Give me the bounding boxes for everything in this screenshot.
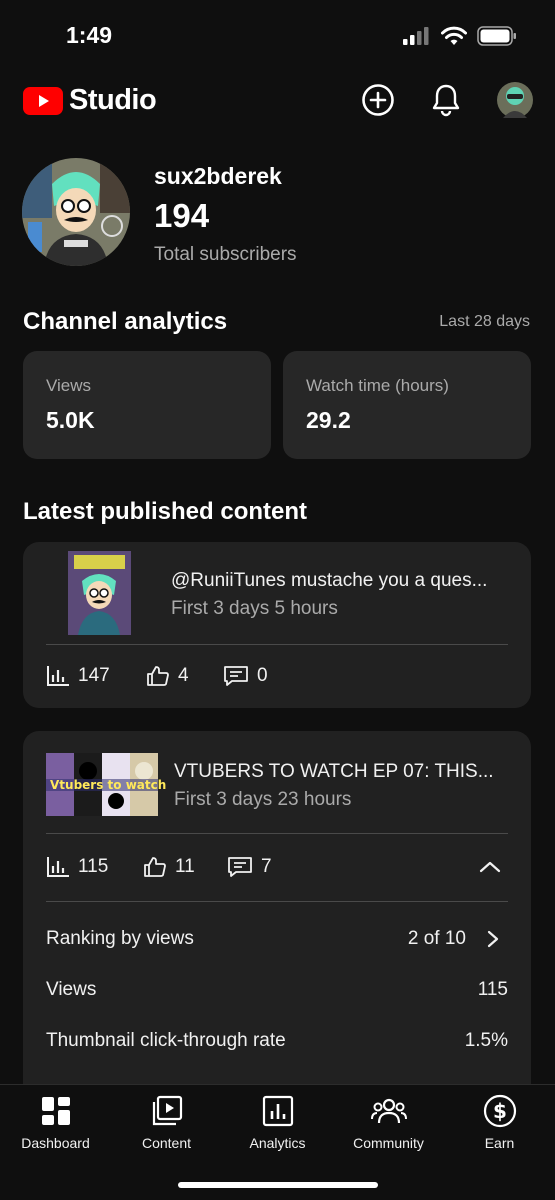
channel-analytics-title: Channel analytics xyxy=(23,308,228,335)
subscriber-count: 194 xyxy=(154,197,210,234)
video-thumbnail[interactable]: Vtubers to watch xyxy=(46,753,166,816)
bar-chart-icon xyxy=(47,857,69,877)
app-header: Studio xyxy=(0,70,555,130)
stat-label: Watch time (hours) xyxy=(306,376,449,395)
battery-icon xyxy=(477,26,516,46)
thumbnail-text: Vtubers to watch xyxy=(50,778,167,792)
wifi-icon xyxy=(441,26,467,45)
row-value: 2 of 10 xyxy=(407,928,466,949)
comments-count: 0 xyxy=(257,665,268,686)
account-avatar-button[interactable] xyxy=(495,80,535,120)
video-performance-window: First 3 days 5 hours xyxy=(171,598,338,619)
likes-metric: 4 xyxy=(146,665,189,687)
views-count: 115 xyxy=(78,856,109,877)
nav-item-content[interactable]: Content xyxy=(111,1093,222,1153)
bell-icon xyxy=(432,84,460,117)
channel-name: sux2bderek xyxy=(154,163,282,189)
analytics-period: Last 28 days xyxy=(439,313,530,330)
short-thumbnail-image xyxy=(68,551,131,635)
row-label: Views xyxy=(46,979,97,1000)
collapse-button[interactable] xyxy=(477,856,503,878)
cellular-signal-icon xyxy=(403,27,429,45)
community-icon xyxy=(370,1098,407,1124)
status-bar: 1:49 xyxy=(0,0,555,70)
content-card-expanded[interactable]: Vtubers to watch VTUBERS TO WATCH EP 07:… xyxy=(23,731,531,1111)
row-value: 115 xyxy=(477,979,508,1000)
comments-metric: 7 xyxy=(227,856,272,878)
stat-label: Views xyxy=(46,376,92,395)
channel-summary: sux2bderek 194 Total subscribers xyxy=(22,155,532,270)
comments-metric: 0 xyxy=(223,665,268,687)
add-circle-icon xyxy=(362,84,394,116)
divider xyxy=(46,833,508,834)
thumbs-up-icon xyxy=(147,666,169,686)
notifications-button[interactable] xyxy=(426,80,466,120)
divider xyxy=(46,901,508,902)
row-label: Ranking by views xyxy=(46,928,194,949)
avatar xyxy=(497,82,533,118)
video-title: VTUBERS TO WATCH EP 07: THIS... xyxy=(174,761,494,782)
nav-label: Earn xyxy=(484,1135,515,1151)
stat-value: 5.0K xyxy=(46,407,95,433)
home-indicator xyxy=(178,1182,378,1188)
nav-item-analytics[interactable]: Analytics xyxy=(222,1093,333,1153)
subscriber-label: Total subscribers xyxy=(154,244,297,265)
channel-avatar[interactable] xyxy=(22,158,130,266)
youtube-studio-logo[interactable]: Studio xyxy=(23,84,157,117)
watch-time-stat-card[interactable]: Watch time (hours) 29.2 xyxy=(283,351,531,459)
likes-count: 11 xyxy=(175,856,195,877)
row-label: Thumbnail click-through rate xyxy=(46,1030,286,1051)
divider xyxy=(46,644,508,645)
nav-label: Content xyxy=(141,1135,192,1151)
status-time: 1:49 xyxy=(66,22,113,48)
comments-count: 7 xyxy=(261,856,272,877)
nav-label: Dashboard xyxy=(21,1135,90,1151)
svg-text:$: $ xyxy=(493,1099,507,1123)
chevron-right-icon xyxy=(487,930,499,948)
comment-icon xyxy=(228,857,252,877)
nav-label: Community xyxy=(353,1135,424,1151)
create-button[interactable] xyxy=(358,80,398,120)
comment-icon xyxy=(224,666,248,686)
views-metric: 147 xyxy=(46,665,110,687)
video-title: @RuniiTunes mustache you a ques... xyxy=(171,570,488,591)
views-stat-card[interactable]: Views 5.0K xyxy=(23,351,271,459)
thumbs-up-icon xyxy=(144,857,166,877)
content-card[interactable]: @RuniiTunes mustache you a ques... First… xyxy=(23,542,531,708)
bar-chart-icon xyxy=(47,666,69,686)
content-icon xyxy=(152,1095,182,1126)
channel-avatar-image xyxy=(22,158,130,266)
dashboard-icon xyxy=(41,1097,70,1125)
nav-item-earn[interactable]: $ Earn xyxy=(444,1093,555,1153)
nav-item-community[interactable]: Community xyxy=(333,1093,444,1153)
analytics-icon xyxy=(262,1095,293,1127)
earn-icon: $ xyxy=(483,1094,516,1128)
video-thumbnail[interactable] xyxy=(68,551,131,635)
nav-label: Analytics xyxy=(249,1135,306,1151)
views-metric: 115 xyxy=(46,856,108,878)
latest-content-title: Latest published content xyxy=(23,498,308,525)
views-count: 147 xyxy=(78,665,110,686)
row-value: 1.5% xyxy=(464,1030,508,1051)
likes-count: 4 xyxy=(178,665,189,686)
stat-value: 29.2 xyxy=(306,407,351,433)
likes-metric: 11 xyxy=(143,856,195,878)
youtube-logo-icon xyxy=(23,86,63,115)
status-icons xyxy=(403,26,517,46)
nav-item-dashboard[interactable]: Dashboard xyxy=(0,1093,111,1153)
video-performance-window: First 3 days 23 hours xyxy=(174,789,352,810)
logo-text: Studio xyxy=(69,84,157,116)
chevron-up-icon xyxy=(479,861,501,873)
